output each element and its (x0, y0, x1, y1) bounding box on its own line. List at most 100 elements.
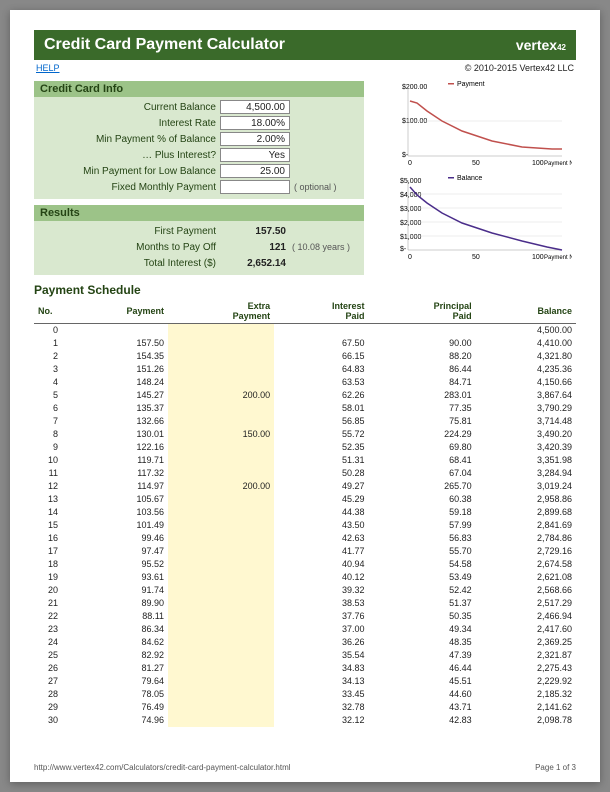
info-value[interactable]: 25.00 (220, 164, 290, 178)
cell-principal: 54.58 (369, 558, 476, 571)
cell-interest: 56.85 (274, 415, 368, 428)
cell-extra[interactable] (168, 506, 274, 519)
cell-extra[interactable] (168, 675, 274, 688)
info-row: … Plus Interest?Yes (40, 147, 358, 163)
cell-extra[interactable] (168, 493, 274, 506)
cell-extra[interactable] (168, 636, 274, 649)
page-title: Credit Card Payment Calculator (44, 36, 285, 54)
info-value[interactable]: 4,500.00 (220, 100, 290, 114)
cell-extra[interactable] (168, 350, 274, 363)
svg-text:50: 50 (472, 160, 480, 167)
cell-payment: 99.46 (62, 532, 168, 545)
cell-no: 9 (34, 441, 62, 454)
vertex42-logo: vertex42 (516, 37, 566, 53)
svg-text:$5,000: $5,000 (400, 178, 422, 185)
cell-extra[interactable] (168, 532, 274, 545)
result-label: Total Interest ($) (40, 258, 220, 269)
info-value[interactable]: 2.00% (220, 132, 290, 146)
cell-no: 7 (34, 415, 62, 428)
cell-balance: 3,420.39 (476, 441, 576, 454)
info-value[interactable] (220, 180, 290, 194)
cell-balance: 3,351.98 (476, 454, 576, 467)
info-value[interactable]: 18.00% (220, 116, 290, 130)
help-link[interactable]: HELP (36, 63, 60, 73)
table-row: 3151.2664.8386.444,235.36 (34, 363, 576, 376)
cell-extra[interactable]: 200.00 (168, 480, 274, 493)
cell-extra[interactable] (168, 558, 274, 571)
cell-extra[interactable] (168, 363, 274, 376)
cell-extra[interactable] (168, 584, 274, 597)
cell-extra[interactable] (168, 402, 274, 415)
cell-interest: 34.13 (274, 675, 368, 688)
cell-extra[interactable] (168, 441, 274, 454)
cell-no: 15 (34, 519, 62, 532)
cell-extra[interactable] (168, 376, 274, 389)
svg-text:Payment No.: Payment No. (544, 255, 572, 261)
cell-extra[interactable] (168, 662, 274, 675)
cell-no: 16 (34, 532, 62, 545)
results-body: First Payment157.50Months to Pay Off121(… (34, 221, 364, 275)
col-header: Balance (476, 299, 576, 324)
cell-payment: 135.37 (62, 402, 168, 415)
cell-balance: 2,369.25 (476, 636, 576, 649)
cell-payment: 88.11 (62, 610, 168, 623)
table-row: 2154.3566.1588.204,321.80 (34, 350, 576, 363)
cell-no: 23 (34, 623, 62, 636)
cell-payment: 82.92 (62, 649, 168, 662)
svg-text:$1,000: $1,000 (400, 234, 422, 241)
cell-extra[interactable] (168, 623, 274, 636)
cell-principal (369, 324, 476, 337)
table-row: 3074.9632.1242.832,098.78 (34, 714, 576, 727)
cell-extra[interactable] (168, 467, 274, 480)
table-row: 10119.7151.3168.413,351.98 (34, 454, 576, 467)
cell-balance: 2,466.94 (476, 610, 576, 623)
info-label: Min Payment % of Balance (40, 134, 220, 145)
cell-payment: 78.05 (62, 688, 168, 701)
cell-extra[interactable] (168, 519, 274, 532)
cell-no: 28 (34, 688, 62, 701)
cell-interest: 50.28 (274, 467, 368, 480)
cell-extra[interactable] (168, 337, 274, 350)
cell-payment: 157.50 (62, 337, 168, 350)
cell-extra[interactable] (168, 610, 274, 623)
chart-ylabel: $200.00 (402, 84, 427, 91)
cell-extra[interactable] (168, 701, 274, 714)
cell-principal: 47.39 (369, 649, 476, 662)
cell-extra[interactable] (168, 454, 274, 467)
table-row: 2091.7439.3252.422,568.66 (34, 584, 576, 597)
table-row: 13105.6745.2960.382,958.86 (34, 493, 576, 506)
cell-interest: 40.12 (274, 571, 368, 584)
svg-text:Payment No.: Payment No. (544, 161, 572, 167)
cell-extra[interactable] (168, 415, 274, 428)
result-value: 157.50 (220, 226, 290, 237)
cell-payment: 89.90 (62, 597, 168, 610)
cell-extra[interactable] (168, 649, 274, 662)
cell-no: 25 (34, 649, 62, 662)
cell-extra[interactable]: 200.00 (168, 389, 274, 402)
cell-no: 26 (34, 662, 62, 675)
cell-extra[interactable]: 150.00 (168, 428, 274, 441)
table-row: 2681.2734.8346.442,275.43 (34, 662, 576, 675)
svg-text:0: 0 (408, 254, 412, 261)
cell-no: 8 (34, 428, 62, 441)
cell-payment: 114.97 (62, 480, 168, 493)
cell-extra[interactable] (168, 688, 274, 701)
cell-extra[interactable] (168, 545, 274, 558)
cell-principal: 283.01 (369, 389, 476, 402)
cell-principal: 84.71 (369, 376, 476, 389)
cell-extra[interactable] (168, 571, 274, 584)
table-row: 7132.6656.8575.813,714.48 (34, 415, 576, 428)
chart-legend: Payment (457, 81, 485, 88)
footer-page: Page 1 of 3 (535, 763, 576, 772)
cell-payment (62, 324, 168, 337)
cell-balance: 2,417.60 (476, 623, 576, 636)
cell-extra[interactable] (168, 324, 274, 337)
info-value[interactable]: Yes (220, 148, 290, 162)
table-row: 04,500.00 (34, 324, 576, 337)
info-row: Min Payment % of Balance2.00% (40, 131, 358, 147)
cell-extra[interactable] (168, 597, 274, 610)
cell-interest: 64.83 (274, 363, 368, 376)
cell-extra[interactable] (168, 714, 274, 727)
cell-payment: 117.32 (62, 467, 168, 480)
cell-balance: 2,141.62 (476, 701, 576, 714)
